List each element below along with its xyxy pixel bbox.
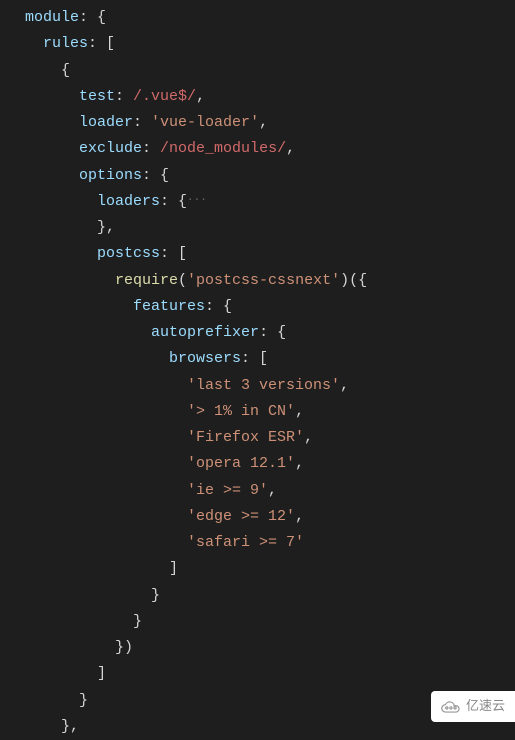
token-key: test	[79, 88, 115, 105]
code-line: features: {	[25, 294, 515, 320]
token-string: 'postcss-cssnext'	[187, 272, 340, 289]
token-string: 'last 3 versions'	[187, 377, 340, 394]
code-line: options: {	[25, 163, 515, 189]
token-punct: ]	[97, 665, 106, 682]
code-line: },	[25, 215, 515, 241]
token-punct: : [	[241, 350, 268, 367]
token-punct: ,	[268, 482, 277, 499]
token-punct: ,	[304, 429, 313, 446]
token-punct: : {	[160, 193, 187, 210]
code-line: rules: [	[25, 31, 515, 57]
code-line: 'edge >= 12',	[25, 504, 515, 530]
token-key: postcss	[97, 245, 160, 262]
code-line: require('postcss-cssnext')({	[25, 268, 515, 294]
token-key: rules	[43, 35, 88, 52]
token-punct: : {	[142, 167, 169, 184]
token-string: 'ie >= 9'	[187, 482, 268, 499]
code-line: module: {	[25, 5, 515, 31]
code-line: ]	[25, 661, 515, 687]
token-punct: )({	[340, 272, 367, 289]
token-punct: ,	[295, 455, 304, 472]
code-line: 'last 3 versions',	[25, 373, 515, 399]
watermark-text: 亿速云	[466, 695, 505, 718]
token-punct: : {	[205, 298, 232, 315]
token-key: loader	[79, 114, 133, 131]
token-regex: /.vue$/	[133, 88, 196, 105]
token-punct: },	[97, 219, 115, 236]
token-punct: ,	[295, 403, 304, 420]
token-string: 'safari >= 7'	[187, 534, 304, 551]
fold-ellipsis-icon[interactable]: ···	[187, 194, 207, 206]
code-line: test: /.vue$/,	[25, 84, 515, 110]
code-line: exclude: /node_modules/,	[25, 136, 515, 162]
token-punct: (	[178, 272, 187, 289]
code-line: 'safari >= 7'	[25, 530, 515, 556]
code-line: '> 1% in CN',	[25, 399, 515, 425]
code-line: loader: 'vue-loader',	[25, 110, 515, 136]
token-key: exclude	[79, 140, 142, 157]
token-regex: /node_modules/	[160, 140, 286, 157]
token-punct: {	[61, 62, 70, 79]
code-line: 'ie >= 9',	[25, 478, 515, 504]
code-line: ]	[25, 556, 515, 582]
token-key: features	[133, 298, 205, 315]
token-punct: ,	[340, 377, 349, 394]
token-punct: ,	[196, 88, 205, 105]
token-punct: }	[79, 692, 88, 709]
code-line: loaders: {···	[25, 189, 515, 215]
token-punct: :	[115, 88, 133, 105]
token-punct: :	[142, 140, 160, 157]
watermark-badge: 亿速云	[431, 691, 515, 722]
code-line: }	[25, 609, 515, 635]
token-key: module	[25, 9, 79, 26]
token-punct: },	[61, 718, 79, 735]
token-punct: })	[115, 639, 133, 656]
token-string: 'Firefox ESR'	[187, 429, 304, 446]
token-key: loaders	[97, 193, 160, 210]
code-line: postcss: [	[25, 241, 515, 267]
token-punct: ,	[286, 140, 295, 157]
code-line: {	[25, 58, 515, 84]
token-func: require	[115, 272, 178, 289]
token-key: browsers	[169, 350, 241, 367]
token-key: options	[79, 167, 142, 184]
token-punct: :	[133, 114, 151, 131]
code-line: }	[25, 583, 515, 609]
token-key: autoprefixer	[151, 324, 259, 341]
code-line: })	[25, 635, 515, 661]
token-punct: : [	[160, 245, 187, 262]
token-string: '> 1% in CN'	[187, 403, 295, 420]
code-line: browsers: [	[25, 346, 515, 372]
cloud-icon	[439, 699, 461, 715]
token-punct: ,	[295, 508, 304, 525]
token-punct: : [	[88, 35, 115, 52]
code-line: autoprefixer: {	[25, 320, 515, 346]
token-string: 'edge >= 12'	[187, 508, 295, 525]
code-line: 'opera 12.1',	[25, 451, 515, 477]
token-punct: : {	[79, 9, 106, 26]
token-punct: : {	[259, 324, 286, 341]
token-punct: }	[133, 613, 142, 630]
code-line: 'Firefox ESR',	[25, 425, 515, 451]
token-punct: ]	[169, 560, 178, 577]
token-string: 'vue-loader'	[151, 114, 259, 131]
token-punct: }	[151, 587, 160, 604]
token-string: 'opera 12.1'	[187, 455, 295, 472]
code-block: module: { rules: [ { test: /.vue$/, load…	[25, 5, 515, 740]
token-punct: ,	[259, 114, 268, 131]
